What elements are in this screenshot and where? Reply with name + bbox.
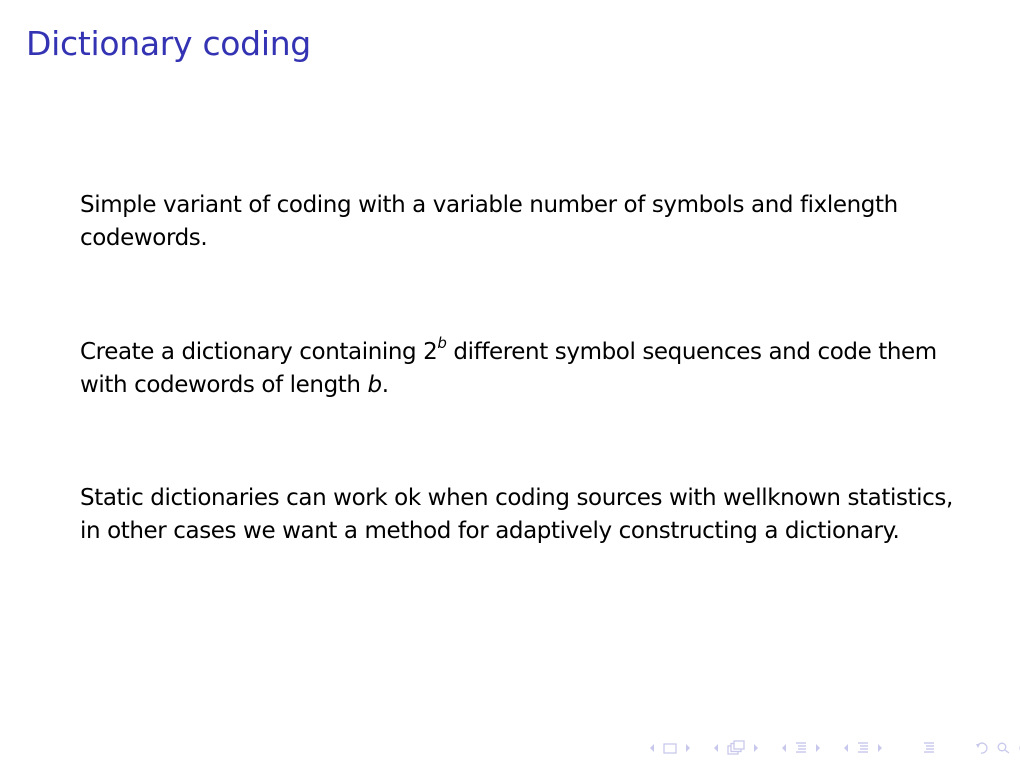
- variable-b: b: [367, 372, 383, 398]
- superscript-b: b: [437, 334, 447, 353]
- paragraph-2: Create a dictionary containing 2b differ…: [80, 336, 960, 402]
- subsection-next-arrow-icon[interactable]: [753, 743, 759, 753]
- beamer-navigation-bar: [645, 738, 1020, 758]
- search-icon[interactable]: [997, 742, 1010, 754]
- paragraph-1: Simple variant of coding with a variable…: [80, 192, 898, 251]
- toc-icon[interactable]: [923, 741, 935, 755]
- slide-title: Dictionary coding: [26, 24, 311, 63]
- undo-icon[interactable]: [975, 742, 989, 754]
- frame-prev-arrow-icon[interactable]: [649, 743, 655, 753]
- paragraph-2-text-a: Create a dictionary containing 2: [80, 339, 438, 365]
- section-prev-arrow-icon[interactable]: [781, 743, 787, 753]
- doc-next-arrow-icon[interactable]: [877, 743, 883, 753]
- section-next-arrow-icon[interactable]: [815, 743, 821, 753]
- subsection-frames-icon[interactable]: [727, 740, 745, 756]
- paragraph-2-text-c: .: [381, 372, 389, 398]
- frame-icon[interactable]: [663, 742, 677, 754]
- frame-next-arrow-icon[interactable]: [685, 743, 691, 753]
- doc-prev-arrow-icon[interactable]: [843, 743, 849, 753]
- subsection-prev-arrow-icon[interactable]: [713, 743, 719, 753]
- section-icon[interactable]: [857, 741, 869, 755]
- subsection-icon[interactable]: [795, 741, 807, 755]
- paragraph-3: Static dictionaries can work ok when cod…: [80, 485, 953, 544]
